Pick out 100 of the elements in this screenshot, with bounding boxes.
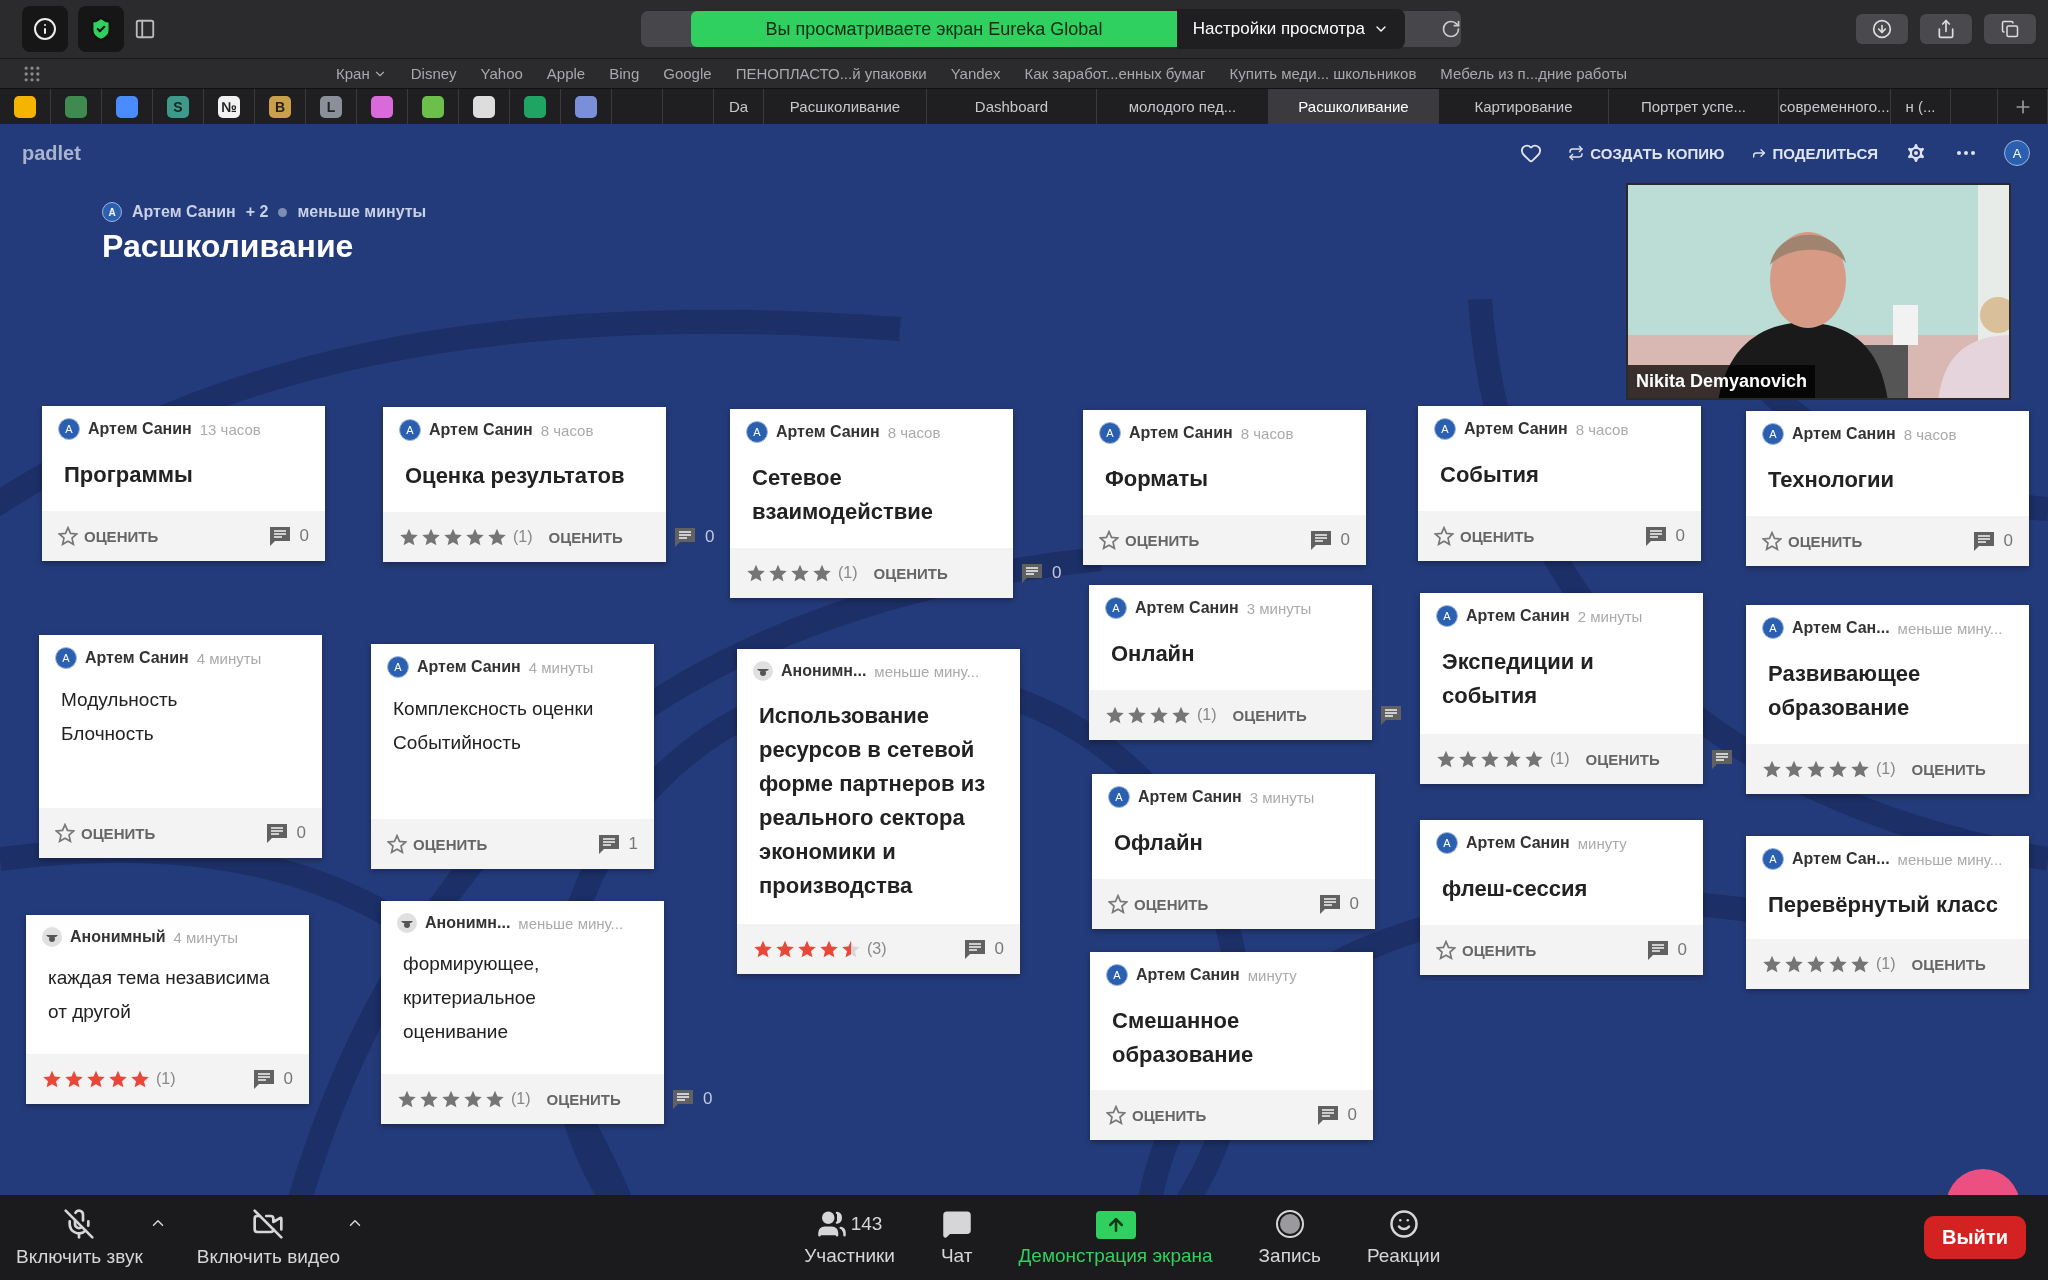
rate-button[interactable]: ОЦЕНИТЬ [1911,955,1986,973]
star-icon [419,1089,439,1109]
bookmark-link[interactable]: Yahoo [480,65,523,82]
leave-button[interactable]: Выйти [1924,1216,2026,1259]
rate-button[interactable]: ОЦЕНИТЬ [58,526,159,546]
bookmark-link[interactable]: Как заработ...енных бумаг [1024,65,1206,82]
star-icon [42,1069,62,1089]
pinned-tab-icon[interactable] [575,95,597,118]
rate-button[interactable]: ОЦЕНИТЬ [1911,760,1986,778]
pinned-tab-icon[interactable] [116,95,138,118]
rate-button[interactable]: ОЦЕНИТЬ [1436,940,1537,960]
bookmark-link[interactable]: Купить меди... школьников [1229,65,1417,82]
post-card[interactable]: A Артем Санин 4 минуты Комплексность оценки Событийность ОЦЕНИТЬ 1 [371,644,654,869]
post-card[interactable]: Анонимн... меньше мину... Использование ресурсов в сетевой форме партнеров из реального сектора экономики и производства (3) 0 [737,649,1020,974]
bookmark-link[interactable]: Мебель из п...дние работы [1440,65,1628,82]
post-card[interactable]: Анонимный 4 минуты каждая тема независима от другой (1) 0 [26,915,309,1104]
post-card[interactable]: A Артем Санин 2 минуты Экспедиции и события (1) ОЦЕНИТЬ [1420,593,1703,784]
pinned-tab-icon[interactable] [422,95,444,118]
post-card[interactable]: Анонимн... меньше мину... формирующее, критериальное оценивание (1) ОЦЕНИТЬ [381,901,664,1124]
participants-button[interactable]: 143 Участники [804,1208,895,1267]
like-icon[interactable] [1520,142,1543,164]
post-card[interactable]: A Артем Санин 3 минуты Онлайн (1) ОЦЕНИТЬ [1089,585,1372,740]
star-icon [1502,749,1522,769]
bookmark-link[interactable]: Кран [336,65,387,82]
star-icon [819,939,839,959]
rate-button[interactable]: ОЦЕНИТЬ [1099,530,1200,550]
star-icon [1480,749,1500,769]
pinned-tab-icon[interactable] [473,95,495,118]
info-button[interactable] [22,6,68,52]
user-avatar: A [1762,848,1784,870]
post-card[interactable]: A Артем Санин минуту Смешанное образование ОЦЕНИТЬ 0 [1090,952,1373,1140]
post-title: Оценка результатов [405,462,626,490]
comment-count: 0 [994,939,1004,959]
browser-tab[interactable]: Расшколивание [1269,89,1439,124]
star-icon [108,1069,128,1089]
star-icon [421,527,441,547]
post-card[interactable]: A Артем Сан... меньше мину... Перевёрнутый класс (1) ОЦЕНИТЬ [1746,836,2029,989]
rate-button[interactable]: ОЦЕНИТЬ [387,834,488,854]
post-card[interactable]: A Артем Санин 8 часов Оценка результатов (1) ОЦЕНИТЬ [383,407,666,562]
bookmark-link[interactable]: Bing [609,65,640,82]
pinned-tab-icon[interactable] [524,95,546,118]
pinned-tab-icon[interactable]: S [167,95,189,118]
rate-button[interactable]: ОЦЕНИТЬ [548,528,623,546]
bookmark-link[interactable]: Google [663,65,712,82]
pinned-tab-icon[interactable] [371,95,393,118]
rate-button[interactable]: ОЦЕНИТЬ [55,823,156,843]
comment-count: 0 [1052,563,1062,583]
copy-button[interactable]: СОЗДАТЬ КОПИЮ [1568,144,1725,162]
user-avatar: A [1762,617,1784,639]
comment-icon [1710,748,1734,770]
sidebar-icon[interactable] [134,18,156,40]
chat-button[interactable]: Чат [940,1208,973,1267]
post-card[interactable]: A Артем Санин минуту флеш-сессия ОЦЕНИТЬ 0 [1420,820,1703,975]
view-options-button[interactable]: Настройки просмотра [1176,9,1405,49]
address-bar[interactable]: Вы просматриваете экран Eureka Global Настройки просмотра [641,11,1461,47]
downloads-button[interactable] [1856,14,1908,44]
share-button[interactable] [1920,14,1972,44]
bookmark-link[interactable]: ПЕНОПЛАСТО...й упаковки [735,65,927,82]
rate-button[interactable]: ОЦЕНИТЬ [1434,526,1535,546]
rate-button[interactable]: ОЦЕНИТЬ [1585,750,1660,768]
rate-button[interactable]: ОЦЕНИТЬ [1232,706,1307,724]
post-card[interactable]: A Артем Санин 3 минуты Офлайн ОЦЕНИТЬ 0 [1092,774,1375,929]
post-card[interactable]: A Артем Санин 13 часов Программы ОЦЕНИТЬ 0 [42,406,325,561]
pinned-tab-icon[interactable]: № [218,95,240,118]
star-icon [1149,705,1169,725]
rate-button[interactable]: ОЦЕНИТЬ [1762,531,1863,551]
post-text: Комплексность оценки [393,697,595,721]
post-card[interactable]: A Артем Санин 8 часов События ОЦЕНИТЬ 0 [1418,406,1701,561]
account-avatar[interactable]: A [2004,140,2030,166]
tabs-button[interactable] [1984,14,2036,44]
security-button[interactable] [78,6,124,52]
record-button[interactable]: Запись [1258,1208,1321,1267]
reload-icon[interactable] [1441,19,1461,39]
star-icon [1806,759,1826,779]
post-card[interactable]: A Артем Санин 4 минуты Модульность Блочность ОЦЕНИТЬ 0 [39,635,322,858]
bookmark-link[interactable]: Disney [410,65,457,82]
reactions-button[interactable]: Реакции [1366,1208,1441,1267]
rate-button[interactable]: ОЦЕНИТЬ [1106,1105,1207,1125]
post-time: 4 минуты [196,649,262,667]
pinned-tab-icon[interactable] [14,95,36,118]
user-avatar: A [55,647,77,669]
bookmark-link[interactable]: Apple [546,65,586,82]
rate-button[interactable]: ОЦЕНИТЬ [546,1090,621,1108]
post-card[interactable]: A Артем Сан... меньше мину... Развивающее образование (1) ОЦЕНИТЬ [1746,605,2029,794]
star-icon [1806,954,1826,974]
post-card[interactable]: A Артем Санин 8 часов Сетевое взаимодействие (1) ОЦЕНИТЬ [730,409,1013,598]
share-button[interactable]: Демонстрация экрана [1018,1210,1213,1267]
share-link-button[interactable]: ПОДЕЛИТЬСЯ [1750,144,1878,162]
mute-button[interactable]: Включить звук [16,1207,143,1268]
post-card[interactable]: A Артем Санин 8 часов Технологии ОЦЕНИТЬ 0 [1746,411,2029,566]
star-icon [130,1069,150,1089]
padlet-logo[interactable]: padlet [22,141,81,165]
post-card[interactable]: A Артем Санин 8 часов Форматы ОЦЕНИТЬ 0 [1083,410,1366,565]
bookmark-link[interactable]: Yandex [950,65,1001,82]
pinned-tab-icon[interactable]: L [320,95,342,118]
rate-button[interactable]: ОЦЕНИТЬ [1108,894,1209,914]
video-button[interactable]: Включить видео [196,1207,341,1268]
comment-count: 0 [299,526,309,546]
rate-button[interactable]: ОЦЕНИТЬ [873,564,948,582]
pinned-tab-icon[interactable]: B [269,95,291,118]
